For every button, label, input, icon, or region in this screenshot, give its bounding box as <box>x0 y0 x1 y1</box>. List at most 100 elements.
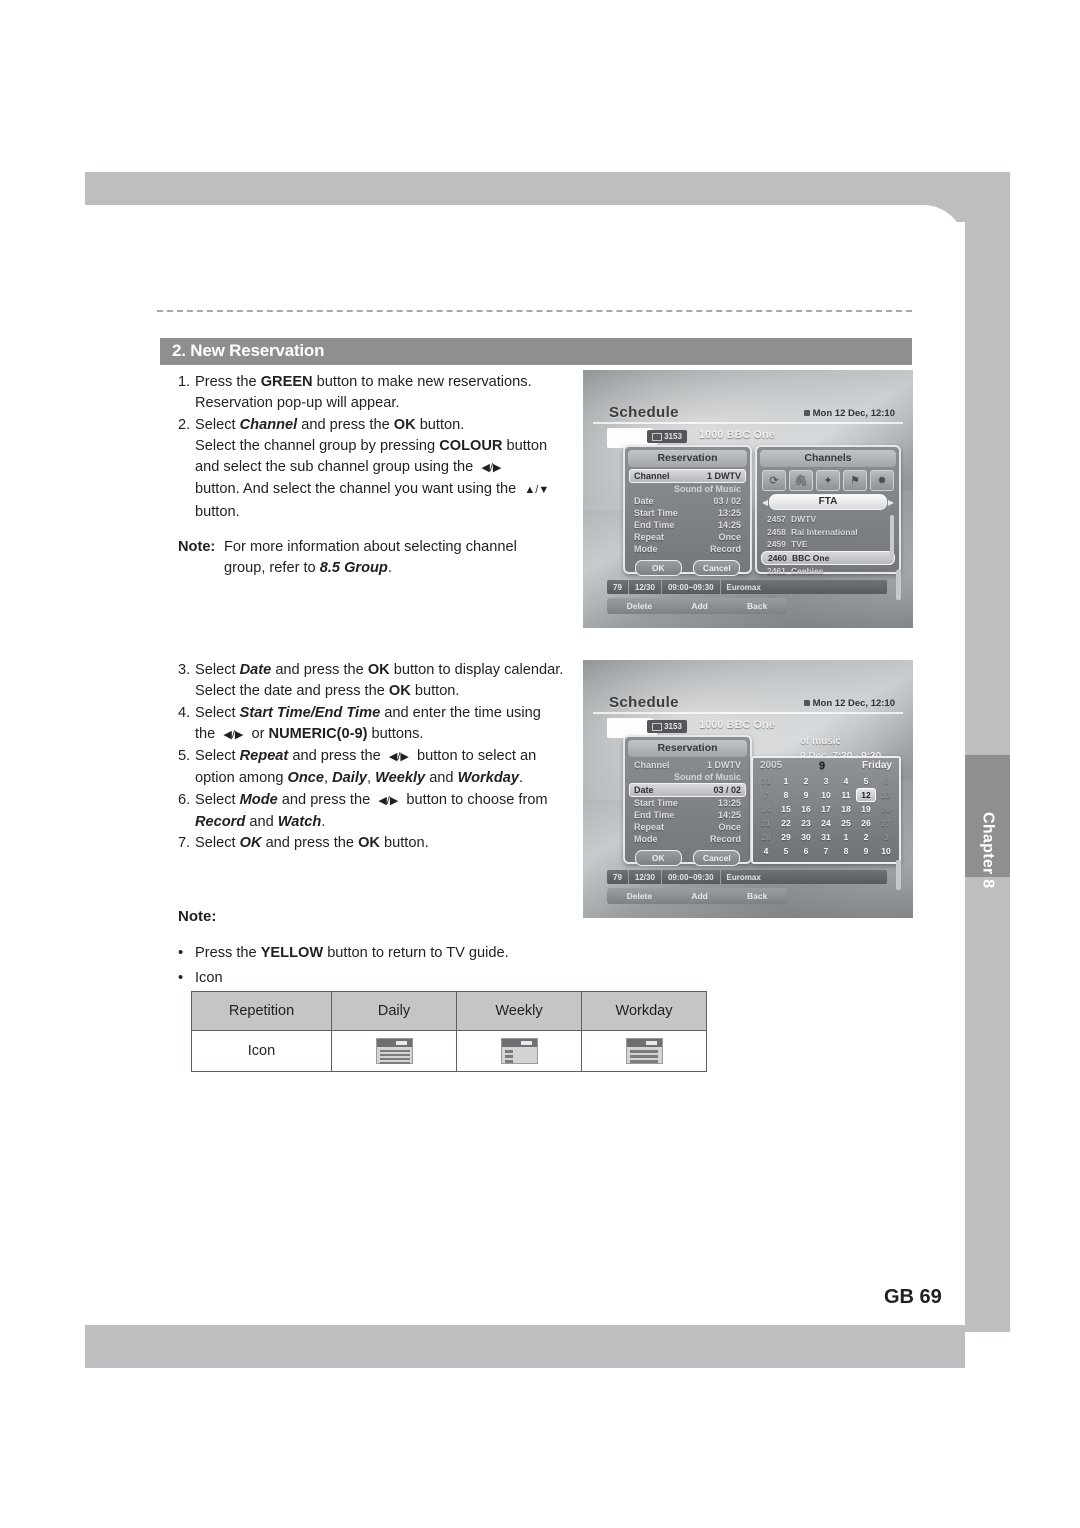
repetition-icon-table: Repetition Daily Weekly Workday Icon <box>191 991 707 1072</box>
tv2-back-button[interactable]: Back <box>747 891 767 901</box>
step-text: Select Repeat and press the ◀/▶ button t… <box>195 748 537 765</box>
calendar-day[interactable]: 6 <box>876 774 896 788</box>
calendar-day[interactable]: 3 <box>876 830 896 844</box>
section-divider <box>157 310 912 312</box>
list-item[interactable]: 2461 Ceebies <box>761 565 895 578</box>
paperclip-icon[interactable]: 🖇 <box>789 470 813 491</box>
calendar-day[interactable]: 5 <box>776 844 796 858</box>
calendar-day[interactable]: 1 <box>776 774 796 788</box>
tv1-row-channel[interactable]: Channel 1 DWTV <box>629 469 746 483</box>
left-right-arrow-icon: ◀/▶ <box>378 794 399 807</box>
tv1-channel-list: 2457 DWTV 2458 Rai International 2459 TVE 2… <box>761 513 895 578</box>
list-item[interactable]: 2457 DWTV <box>761 513 895 526</box>
calendar-day[interactable]: 20 <box>876 802 896 816</box>
tv1-back-button[interactable]: Back <box>747 601 767 611</box>
calendar-day-grid[interactable]: 31 1 2 3 4 5 6 7 8 9 10 11 12 13 14 15 16 17 18 19 20 21 22 23 2… <box>753 773 899 858</box>
calendar-day[interactable]: 5 <box>856 774 876 788</box>
target-icon[interactable]: ✦ <box>816 470 840 491</box>
step-text: Select OK and press the OK button. <box>195 835 429 852</box>
list-item-selected[interactable]: 2460 BBC One <box>761 550 895 565</box>
tv2-status-bar: 79 12/30 09:00~09:30 Euromax <box>607 870 887 884</box>
calendar-day[interactable]: 31 <box>756 774 776 788</box>
calendar-day[interactable]: 2 <box>856 830 876 844</box>
calendar-day[interactable]: 25 <box>836 816 856 830</box>
calendar-day[interactable]: 31 <box>816 830 836 844</box>
calendar-day[interactable]: 13 <box>876 788 896 802</box>
calendar-day[interactable]: 11 <box>836 788 856 802</box>
tv2-ok-button[interactable]: OK <box>634 850 682 866</box>
calendar-day[interactable]: 19 <box>856 802 876 816</box>
tv2-row-start-time[interactable]: Start Time 13:25 <box>629 797 746 809</box>
tv1-ok-button[interactable]: OK <box>634 560 682 576</box>
calendar-day[interactable]: 26 <box>856 816 876 830</box>
step-number: 3. <box>178 662 191 678</box>
list-item[interactable]: 2458 Rai International <box>761 526 895 539</box>
list-item[interactable]: 2459 TVE <box>761 538 895 551</box>
tv2-add-button[interactable]: Add <box>691 891 708 901</box>
tv2-cancel-button[interactable]: Cancel <box>693 850 741 866</box>
calendar-day[interactable]: 4 <box>836 774 856 788</box>
calendar-day[interactable]: 30 <box>796 830 816 844</box>
step-text: the ◀/▶ or NUMERIC(0-9) buttons. <box>195 725 424 742</box>
calendar-day[interactable]: 28 <box>756 830 776 844</box>
tv1-row-mode[interactable]: Mode Record <box>629 543 746 555</box>
step-number: 7. <box>178 835 191 852</box>
tv1-row-end-time[interactable]: End Time 14:25 <box>629 519 746 531</box>
flag-icon[interactable]: ⚑ <box>843 470 867 491</box>
calendar-day[interactable]: 2 <box>796 774 816 788</box>
section-header-bar: 2. New Reservation <box>160 338 912 365</box>
tv2-row-date[interactable]: Date 03 / 02 <box>629 783 746 797</box>
note-a-line2: group, refer to 8.5 Group. <box>178 558 578 579</box>
calendar-day[interactable]: 3 <box>816 774 836 788</box>
calendar-day[interactable]: 7 <box>816 844 836 858</box>
calendar-day[interactable]: 9 <box>796 788 816 802</box>
calendar-day[interactable]: 9 <box>856 844 876 858</box>
calendar-day[interactable]: 22 <box>776 816 796 830</box>
list-item: and select the sub channel group using t… <box>178 457 578 479</box>
table-row: Icon <box>191 1030 707 1072</box>
note-text: Press the YELLOW button to return to TV … <box>195 945 509 961</box>
channel-list-scrollbar[interactable] <box>890 515 894 560</box>
tv1-row-date[interactable]: Date 03 / 02 <box>629 495 746 507</box>
calendar-day[interactable]: 4 <box>756 844 776 858</box>
step-text: Select Start Time/End Time and enter the… <box>195 704 541 721</box>
calendar-day[interactable]: 18 <box>836 802 856 816</box>
calendar-day[interactable]: 29 <box>776 830 796 844</box>
calendar-day[interactable]: 8 <box>836 844 856 858</box>
tv2-row-channel[interactable]: Channel 1 DWTV <box>629 759 746 771</box>
calendar-weekday: Friday <box>861 760 892 771</box>
tv1-channel-group[interactable]: FTA <box>769 494 887 510</box>
tv2-vertical-scrollbar[interactable] <box>896 860 901 890</box>
group-next-arrow-icon[interactable]: ▶ <box>887 498 895 507</box>
tv1-row-repeat[interactable]: Repeat Once <box>629 531 746 543</box>
refresh-icon[interactable]: ⟳ <box>762 470 786 491</box>
calendar-day[interactable]: 1 <box>836 830 856 844</box>
tv2-status-number: 79 <box>613 872 622 882</box>
calendar-day[interactable]: 16 <box>796 802 816 816</box>
calendar-day[interactable]: 10 <box>816 788 836 802</box>
tv2-row-end-time[interactable]: End Time 14:25 <box>629 809 746 821</box>
tv2-row-repeat[interactable]: Repeat Once <box>629 821 746 833</box>
calendar-day[interactable]: 10 <box>876 844 896 858</box>
calendar-day[interactable]: 23 <box>796 816 816 830</box>
tv1-cancel-button[interactable]: Cancel <box>693 560 741 576</box>
globe-icon[interactable]: ✹ <box>870 470 894 491</box>
calendar-day[interactable]: 7 <box>756 788 776 802</box>
calendar-day[interactable]: 15 <box>776 802 796 816</box>
step-text: Press the GREEN button to make new reser… <box>195 374 532 390</box>
calendar-day[interactable]: 14 <box>756 802 776 816</box>
tv1-add-button[interactable]: Add <box>691 601 708 611</box>
calendar-day[interactable]: 27 <box>876 816 896 830</box>
tv1-delete-button[interactable]: Delete <box>627 601 653 611</box>
calendar-day-selected[interactable]: 12 <box>856 788 876 802</box>
tv2-row-mode[interactable]: Mode Record <box>629 833 746 845</box>
calendar-day[interactable]: 6 <box>796 844 816 858</box>
calendar-day[interactable]: 8 <box>776 788 796 802</box>
group-prev-arrow-icon[interactable]: ◀ <box>761 498 769 507</box>
tv1-vertical-scrollbar[interactable] <box>896 570 901 600</box>
tv1-row-start-time[interactable]: Start Time 13:25 <box>629 507 746 519</box>
tv2-delete-button[interactable]: Delete <box>627 891 653 901</box>
calendar-day[interactable]: 17 <box>816 802 836 816</box>
calendar-day[interactable]: 24 <box>816 816 836 830</box>
calendar-day[interactable]: 21 <box>756 816 776 830</box>
